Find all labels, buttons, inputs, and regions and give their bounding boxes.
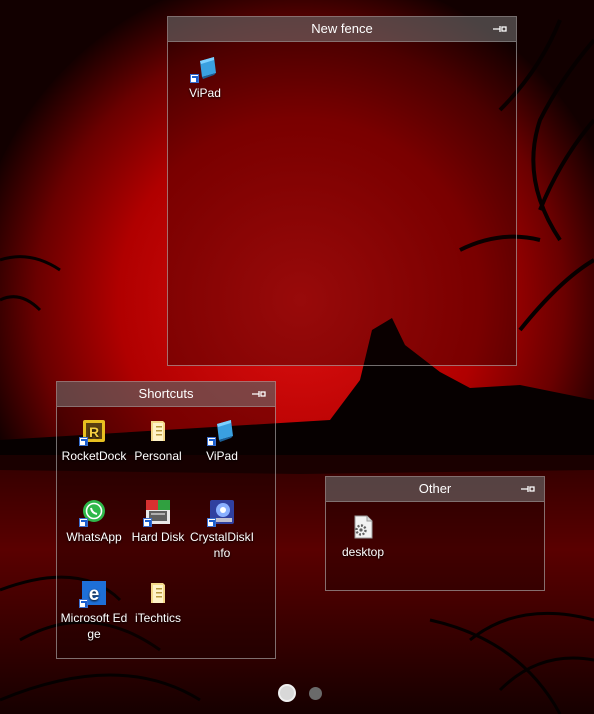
icon-label: desktop bbox=[341, 545, 385, 559]
svg-text:R: R bbox=[89, 424, 99, 440]
page-dot-2[interactable] bbox=[309, 687, 322, 700]
desktop-icon-whatsapp[interactable]: WhatsApp bbox=[59, 499, 129, 545]
desktop-icon-rocketdock[interactable]: R RocketDock bbox=[59, 418, 129, 464]
icon-label: ViPad bbox=[189, 86, 221, 100]
desktop-icon-vipad[interactable]: ViPad bbox=[187, 418, 257, 464]
shortcuts-fence-title: Shortcuts bbox=[138, 386, 194, 401]
crystaldiskinfo-icon bbox=[207, 499, 235, 527]
folder-icon bbox=[145, 580, 171, 606]
rocketdock-icon: R bbox=[79, 418, 107, 446]
vipad-icon bbox=[207, 418, 235, 446]
settings-file-icon bbox=[350, 514, 376, 540]
desktop-icon-hard-disk[interactable]: Hard Disk bbox=[123, 499, 193, 545]
new-fence-titlebar[interactable]: New fence bbox=[168, 17, 516, 42]
vipad-icon bbox=[190, 55, 218, 83]
desktop-icon-itechtics[interactable]: iTechtics bbox=[123, 580, 193, 626]
new-fence-title: New fence bbox=[311, 21, 373, 36]
pin-icon[interactable] bbox=[520, 477, 536, 501]
icon-label: RocketDock bbox=[61, 449, 127, 463]
icon-label: ViPad bbox=[206, 449, 238, 463]
pin-icon[interactable] bbox=[251, 382, 267, 406]
icon-label: WhatsApp bbox=[66, 530, 122, 544]
icon-label: iTechtics bbox=[134, 611, 181, 625]
pin-icon[interactable] bbox=[492, 17, 508, 41]
desktop-icon-personal[interactable]: Personal bbox=[123, 418, 193, 464]
edge-icon: e bbox=[79, 580, 107, 608]
other-fence-title: Other bbox=[418, 481, 452, 496]
svg-text:e: e bbox=[89, 584, 100, 605]
desktop-icon-microsoft-edge[interactable]: e Microsoft Edge bbox=[59, 580, 129, 642]
icon-label: Hard Disk bbox=[131, 530, 185, 544]
shortcuts-fence[interactable]: Shortcuts R RocketDock Personal ViPad Wh… bbox=[56, 381, 276, 659]
desktop-icon-vipad[interactable]: ViPad bbox=[170, 55, 240, 101]
hard-disk-icon bbox=[143, 499, 171, 527]
icon-label: Microsoft Edge bbox=[60, 611, 128, 641]
page-dot-1-active[interactable] bbox=[278, 684, 296, 702]
desktop-icon-crystaldiskinfo[interactable]: CrystalDiskInfo bbox=[187, 499, 257, 561]
folder-icon bbox=[145, 418, 171, 444]
other-fence-titlebar[interactable]: Other bbox=[326, 477, 544, 502]
icon-label: Personal bbox=[134, 449, 182, 463]
shortcuts-fence-titlebar[interactable]: Shortcuts bbox=[57, 382, 275, 407]
new-fence[interactable]: New fence ViPad bbox=[167, 16, 517, 366]
other-fence[interactable]: Other desktop bbox=[325, 476, 545, 591]
icon-label: CrystalDiskInfo bbox=[189, 530, 254, 560]
whatsapp-icon bbox=[79, 499, 107, 527]
desktop-icon-desktop-ini[interactable]: desktop bbox=[328, 514, 398, 560]
